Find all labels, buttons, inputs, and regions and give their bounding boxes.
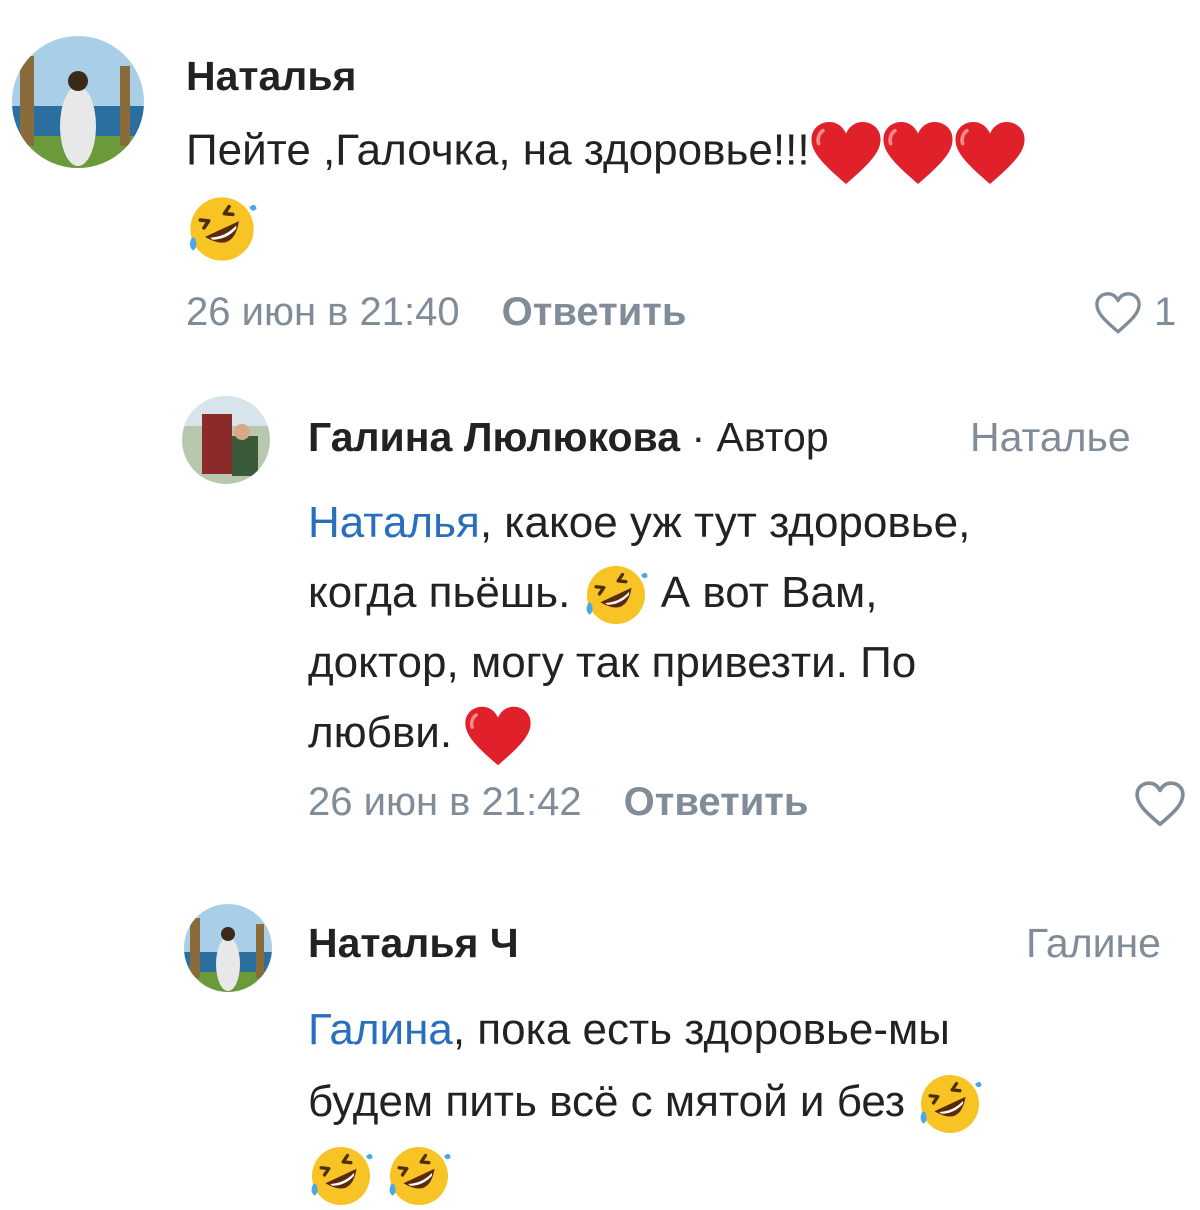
like-icon	[1134, 780, 1186, 828]
text-segment: когда пьёшь.	[308, 568, 571, 617]
text-line: доктор, могу так привезти. По	[308, 628, 1188, 698]
author-name[interactable]: Галина Люлюкова	[308, 414, 680, 460]
laugh-emoji-icon	[386, 1143, 452, 1209]
text-segment: будем пить всё с мятой и без	[308, 1077, 906, 1126]
text-segment: А вот Вам,	[660, 568, 878, 617]
avatar[interactable]	[184, 904, 272, 992]
text-line: любви.	[308, 698, 1188, 768]
comment-text: Наталья, какое уж тут здоровье, когда пь…	[308, 488, 1188, 768]
comment-footer: 26 июн в 21:42 Ответить	[308, 780, 808, 825]
avatar[interactable]	[182, 396, 270, 484]
reply-button[interactable]: Ответить	[502, 290, 687, 334]
mention-link[interactable]: Галина	[308, 1005, 453, 1054]
laugh-emoji-icon	[917, 1071, 983, 1137]
text-line: Галина, пока есть здоровье-мы	[308, 994, 1188, 1066]
comment-text-body: Пейте ,Галочка, на здоровье!!!	[186, 125, 810, 175]
author-name[interactable]: Наталья	[186, 53, 356, 100]
laugh-emoji-icon	[583, 562, 649, 628]
text-line	[308, 1138, 1188, 1210]
heart-emoji-icon	[882, 120, 954, 186]
laugh-emoji-icon	[186, 193, 258, 265]
avatar[interactable]	[12, 36, 144, 168]
text-segment: , какое уж тут здоровье,	[479, 498, 971, 547]
like-count: 1	[1154, 290, 1177, 334]
comment-date[interactable]: 26 июн в 21:40	[186, 290, 460, 334]
heart-emoji-icon	[954, 120, 1026, 186]
author-line: Галина Люлюкова · Автор	[308, 414, 829, 461]
comment-text: Галина, пока есть здоровье-мы будем пить…	[308, 994, 1188, 1210]
author-badge: · Автор	[691, 414, 829, 460]
heart-emoji-icon	[810, 120, 882, 186]
author-line: Наталья Ч	[308, 920, 519, 967]
comment-footer: 26 июн в 21:40 Ответить	[186, 290, 686, 335]
like-icon	[1094, 291, 1142, 335]
mention-link[interactable]: Наталья	[308, 498, 480, 547]
like-button[interactable]: 1	[1094, 290, 1176, 335]
like-button[interactable]	[1134, 780, 1186, 828]
reply-button[interactable]: Ответить	[624, 780, 809, 824]
text-segment: , пока есть здоровье-мы	[452, 1005, 950, 1054]
reply-to-label[interactable]: Галине	[1026, 920, 1161, 967]
text-line: Наталья, какое уж тут здоровье,	[308, 488, 1188, 558]
reply-to-label[interactable]: Наталье	[970, 414, 1131, 461]
text-segment: доктор, могу так привезти. По	[308, 638, 917, 688]
comment-text: Пейте ,Галочка, на здоровье!!!	[186, 120, 1186, 186]
author-name[interactable]: Наталья Ч	[308, 920, 519, 966]
heart-emoji-icon	[464, 705, 532, 767]
laugh-emoji-icon	[308, 1143, 374, 1209]
text-line: когда пьёшь. А вот Вам,	[308, 558, 1188, 628]
comment-date[interactable]: 26 июн в 21:42	[308, 780, 582, 824]
text-segment: любви.	[308, 708, 453, 758]
text-line: будем пить всё с мятой и без	[308, 1066, 1188, 1138]
